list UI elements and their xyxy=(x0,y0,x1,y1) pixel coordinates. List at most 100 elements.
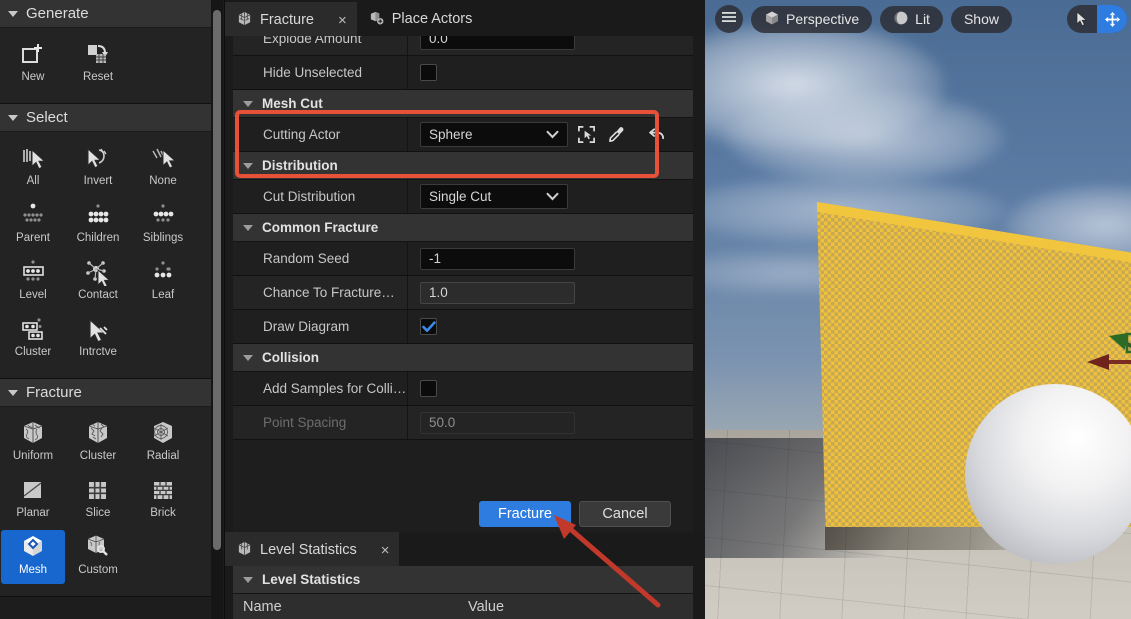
fracture-uniform-icon xyxy=(16,417,50,449)
level-statistics-section-header[interactable]: Level Statistics xyxy=(233,566,693,594)
property-label: Add Samples for Colli… xyxy=(233,372,408,405)
tab-level-statistics-label: Level Statistics xyxy=(260,542,357,558)
tool-button-level[interactable]: Level xyxy=(1,255,65,309)
tool-button-parent[interactable]: Parent xyxy=(1,198,65,252)
select-cursor-tool[interactable] xyxy=(1067,5,1097,33)
viewport-toolbar: Perspective Lit Show xyxy=(705,0,1131,38)
tool-button-siblings[interactable]: Siblings xyxy=(131,198,195,252)
viewport-lit-button[interactable]: Lit xyxy=(880,5,943,33)
section-label: Distribution xyxy=(262,158,338,173)
chevron-down-icon xyxy=(243,162,253,169)
tool-button-cluster[interactable]: Cluster xyxy=(1,312,65,366)
property-label: Hide Unselected xyxy=(233,56,408,89)
chance-to-fracture-input[interactable]: 1.0 xyxy=(420,281,575,304)
place-actors-icon xyxy=(369,10,384,29)
browse-actor-icon[interactable] xyxy=(574,123,598,147)
tool-button-reset[interactable]: Reset xyxy=(66,37,130,91)
tool-button-brick[interactable]: Brick xyxy=(131,473,195,527)
tool-button-mesh[interactable]: Mesh xyxy=(1,530,65,584)
tab-fracture-label: Fracture xyxy=(260,12,314,28)
translation-gizmo[interactable] xyxy=(1065,270,1131,400)
tab-fracture-close-icon[interactable]: × xyxy=(338,13,347,28)
section-header-distribution[interactable]: Distribution xyxy=(233,152,693,180)
level-statistics-panel: Level Statistics × Level Statistics Name… xyxy=(225,532,705,619)
property-row: Cutting Actor Sphere xyxy=(233,118,693,152)
chevron-down-icon xyxy=(8,389,18,396)
tool-button-label: Mesh xyxy=(18,564,48,576)
hide-unselected-checkbox[interactable] xyxy=(420,64,437,81)
move-translate-tool[interactable] xyxy=(1097,5,1127,33)
tool-button-label: Invert xyxy=(83,175,113,187)
explode-amount-input[interactable]: 0.0 xyxy=(420,36,575,50)
reset-arrow-icon[interactable] xyxy=(644,123,668,147)
fracture-button[interactable]: Fracture xyxy=(479,501,571,527)
cutting-actor-selected-value: Sphere xyxy=(429,127,473,142)
tool-button-label: Radial xyxy=(146,450,180,462)
cutting-actor-dropdown[interactable]: Sphere xyxy=(420,122,568,147)
section-header-common-fracture[interactable]: Common Fracture xyxy=(233,214,693,242)
property-row: Draw Diagram xyxy=(233,310,693,344)
random-seed-input[interactable]: -1 xyxy=(420,247,575,270)
tool-button-invert[interactable]: Invert xyxy=(66,141,130,195)
tool-button-label: Brick xyxy=(150,507,176,519)
sphere-shading-icon xyxy=(893,10,909,29)
group-header-generate[interactable]: Generate xyxy=(0,0,214,28)
tool-button-slice[interactable]: Slice xyxy=(66,473,130,527)
group-header-fracture[interactable]: Fracture xyxy=(0,379,214,407)
tab-place-actors[interactable]: Place Actors xyxy=(357,2,483,36)
viewport-show-button[interactable]: Show xyxy=(950,5,1012,33)
eyedropper-icon[interactable] xyxy=(604,123,628,147)
tab-fracture[interactable]: Fracture × xyxy=(225,2,357,36)
draw-diagram-checkbox[interactable] xyxy=(420,318,437,335)
viewport-lit-label: Lit xyxy=(915,11,930,27)
tool-button-children[interactable]: Children xyxy=(66,198,130,252)
tool-button-uniform[interactable]: Uniform xyxy=(1,416,65,470)
tab-level-statistics-close-icon[interactable]: × xyxy=(381,543,390,558)
property-value xyxy=(408,372,693,405)
fracture-brick-icon xyxy=(146,474,180,506)
tool-button-label: Cluster xyxy=(79,450,117,462)
group-header-select[interactable]: Select xyxy=(0,104,214,132)
property-label: Explode Amount xyxy=(233,36,408,55)
property-label: Chance To Fracture… xyxy=(233,276,408,309)
section-header-mesh-cut[interactable]: Mesh Cut xyxy=(233,90,693,118)
left-panel-scrollbar[interactable] xyxy=(213,10,221,550)
cutting-sphere-actor[interactable] xyxy=(965,384,1131,564)
select-all-icon xyxy=(16,142,50,174)
tool-button-contact[interactable]: Contact xyxy=(66,255,130,309)
group-title: Fracture xyxy=(26,384,82,401)
reset-icon xyxy=(81,38,115,70)
viewport-menu-button[interactable] xyxy=(715,5,743,33)
tool-button-label: Leaf xyxy=(151,289,175,301)
tool-button-new[interactable]: New xyxy=(1,37,65,91)
property-label: Point Spacing xyxy=(233,406,408,439)
chevron-down-icon xyxy=(243,100,253,107)
action-button-bar: Fracture Cancel xyxy=(233,496,693,532)
property-label: Cutting Actor xyxy=(233,118,408,151)
tool-button-radial[interactable]: Radial xyxy=(131,416,195,470)
cut-distribution-dropdown[interactable]: Single Cut xyxy=(420,184,568,209)
property-value: 0.0 xyxy=(408,36,693,55)
tool-button-label: Level xyxy=(19,289,47,301)
select-contact-icon xyxy=(81,256,115,288)
property-row: Add Samples for Colli… xyxy=(233,372,693,406)
tab-level-statistics[interactable]: Level Statistics × xyxy=(225,532,400,566)
tool-button-all[interactable]: All xyxy=(1,141,65,195)
group-title: Generate xyxy=(26,5,89,22)
tool-button-leaf[interactable]: Leaf xyxy=(131,255,195,309)
tool-button-label: Uniform xyxy=(12,450,54,462)
viewport-perspective-button[interactable]: Perspective xyxy=(751,5,873,33)
tool-button-intrctve[interactable]: Intrctve xyxy=(66,312,130,366)
fracture-custom-icon xyxy=(81,531,115,563)
property-value: 50.0 xyxy=(408,406,693,439)
add-samples-for-colli-checkbox[interactable] xyxy=(420,380,437,397)
tool-button-planar[interactable]: Planar xyxy=(1,473,65,527)
tool-button-none[interactable]: None xyxy=(131,141,195,195)
cancel-button[interactable]: Cancel xyxy=(579,501,671,527)
section-header-collision[interactable]: Collision xyxy=(233,344,693,372)
column-header-name: Name xyxy=(243,598,282,615)
property-label: Draw Diagram xyxy=(233,310,408,343)
tool-button-custom[interactable]: Custom xyxy=(66,530,130,584)
tool-button-cluster[interactable]: Cluster xyxy=(66,416,130,470)
3d-viewport[interactable]: Perspective Lit Show xyxy=(705,0,1131,619)
